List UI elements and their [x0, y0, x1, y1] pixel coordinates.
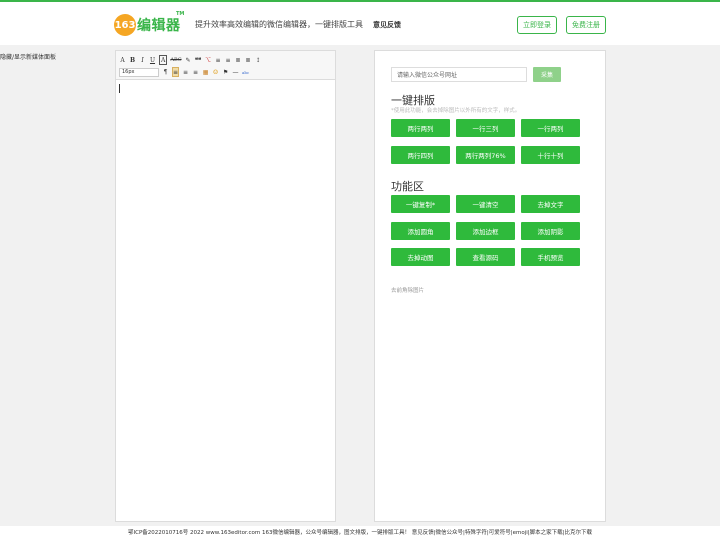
row-spacing-top-icon[interactable]: ≣	[235, 55, 242, 65]
toolbar-row-1: A B I U A ABC ✎ ❝❝ ⌥ ≡ ≡ ≣ ≣ ↕	[119, 54, 332, 66]
toolbar-row-2: 16px ¶ ≡ ≡ ≡ ▦ ☺ ⚑ — abc	[119, 66, 332, 78]
anchor-icon[interactable]: ⚑	[222, 67, 229, 77]
slogan: 提升效率高效编辑的微信编辑器，一键排版工具	[195, 20, 363, 29]
font-color-button[interactable]: A	[119, 55, 126, 65]
unordered-list-icon[interactable]: ≡	[225, 55, 232, 65]
logo-text: 编辑器	[137, 18, 181, 34]
logo-badge: 163	[114, 14, 136, 36]
horizontal-rule-icon[interactable]: —	[232, 67, 239, 77]
strikethrough-button[interactable]: ABC	[170, 55, 181, 65]
row-spacing-bottom-icon[interactable]: ≣	[245, 55, 252, 65]
underline-button[interactable]: U	[149, 55, 156, 65]
remove-text-button[interactable]: 去掉文字	[521, 195, 580, 213]
editor-toolbar: A B I U A ABC ✎ ❝❝ ⌥ ≡ ≡ ≣ ≣ ↕ 16px ¶ ≡ …	[116, 51, 335, 80]
function-section-title: 功能区	[391, 180, 424, 193]
logo[interactable]: 163 编辑器 TM	[114, 11, 185, 37]
view-source-button[interactable]: 查看源码	[456, 248, 515, 266]
register-button[interactable]: 免费注册	[566, 16, 606, 34]
align-center-icon[interactable]: ≡	[182, 67, 189, 77]
layout-one-row-two-cols-button[interactable]: 一行两列	[521, 119, 580, 137]
panel-note: 去前角除图片	[391, 288, 425, 294]
spellcheck-icon[interactable]: abc	[242, 67, 249, 77]
insert-image-icon[interactable]: ▦	[202, 67, 209, 77]
add-shadow-button[interactable]: 添加阴影	[521, 222, 580, 240]
collect-button[interactable]: 采集	[533, 67, 561, 82]
login-button[interactable]: 立即登录	[517, 16, 557, 34]
feedback-link[interactable]: 意见反馈	[373, 20, 401, 30]
top-header: 163 编辑器 TM 提升效率高效编辑的微信编辑器，一键排版工具 意见反馈 立即…	[0, 0, 720, 45]
layout-two-rows-two-cols-76-button[interactable]: 两行两列76%	[456, 146, 515, 164]
wechat-url-input[interactable]: 请输入微信公众号网址	[391, 67, 527, 82]
text-caret	[119, 84, 120, 93]
editor-content-area[interactable]	[116, 80, 335, 520]
ordered-list-icon[interactable]: ≡	[215, 55, 222, 65]
format-brush-icon[interactable]: ✎	[185, 55, 192, 65]
layout-two-rows-four-cols-button[interactable]: 两行四列	[391, 146, 450, 164]
italic-button[interactable]: I	[139, 55, 146, 65]
rich-text-editor: A B I U A ABC ✎ ❝❝ ⌥ ≡ ≡ ≣ ≣ ↕ 16px ¶ ≡ …	[115, 50, 336, 522]
logo-trademark: TM	[176, 11, 185, 17]
copy-all-button[interactable]: 一键复制*	[391, 195, 450, 213]
toggle-media-panel-link[interactable]: 隐藏/显示新媒体面板	[0, 52, 56, 61]
clear-format-icon[interactable]: ⌥	[205, 55, 212, 65]
add-border-button[interactable]: 添加边框	[456, 222, 515, 240]
mobile-preview-button[interactable]: 手机预览	[521, 248, 580, 266]
align-left-icon[interactable]: ≡	[172, 67, 180, 77]
font-border-button[interactable]: A	[159, 55, 168, 65]
paragraph-icon[interactable]: ¶	[162, 67, 169, 77]
layout-two-rows-two-cols-button[interactable]: 两行两列	[391, 119, 450, 137]
layout-ten-rows-ten-cols-button[interactable]: 十行十列	[521, 146, 580, 164]
line-height-icon[interactable]: ↕	[255, 55, 262, 65]
layout-one-row-three-cols-button[interactable]: 一行三列	[456, 119, 515, 137]
add-rounded-corners-button[interactable]: 添加圆角	[391, 222, 450, 240]
emoji-icon[interactable]: ☺	[212, 67, 219, 77]
font-size-select[interactable]: 16px	[119, 67, 159, 77]
blockquote-icon[interactable]: ❝❝	[195, 55, 202, 65]
media-panel: 请输入微信公众号网址 采集 一键排版 *使用此功能，会去掉除图片以外所有的文字，…	[374, 50, 606, 522]
remove-gif-button[interactable]: 去掉动图	[391, 248, 450, 266]
align-right-icon[interactable]: ≡	[192, 67, 199, 77]
clear-all-button[interactable]: 一键清空	[456, 195, 515, 213]
bold-button[interactable]: B	[129, 55, 136, 65]
site-footer: 鄂ICP备2022010716号 2022 www.163editor.com …	[0, 526, 720, 540]
layout-hint: *使用此功能，会去掉除图片以外所有的文字，样式。	[391, 108, 521, 114]
